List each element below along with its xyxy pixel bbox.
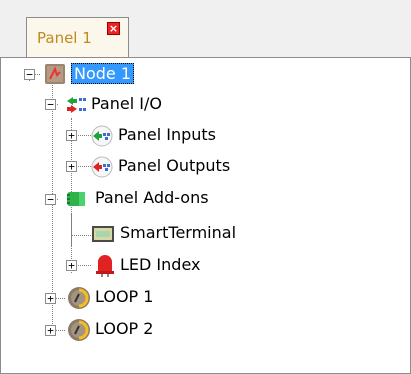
io-icon (65, 94, 87, 120)
expand-toggle-panel-inputs[interactable]: + (66, 130, 77, 141)
collapse-toggle-node[interactable]: − (24, 69, 35, 80)
tree-item-smart-terminal[interactable]: SmartTerminal (120, 223, 236, 242)
tab-panel-1[interactable]: Panel 1 × (26, 17, 129, 59)
terminal-icon (91, 223, 115, 249)
loop-icon (67, 318, 91, 346)
tree-item-panel-outputs[interactable]: Panel Outputs (118, 156, 230, 175)
tree-view-window: Panel 1 × − Node 1 − Panel I/O + Panel I… (0, 0, 411, 374)
expand-toggle-led-index[interactable]: + (66, 260, 77, 271)
node-icon (44, 63, 66, 89)
tree-item-loop-1[interactable]: LOOP 1 (95, 287, 153, 306)
addon-icon (65, 188, 89, 214)
tree-item-led-index[interactable]: LED Index (120, 255, 200, 274)
tab-label: Panel 1 (37, 29, 92, 47)
loop-icon (67, 286, 91, 314)
tree-panel: − Node 1 − Panel I/O + Panel Inputs + Pa… (0, 57, 411, 374)
tree-line (71, 235, 91, 236)
tree-item-panel-inputs[interactable]: Panel Inputs (118, 125, 216, 144)
expand-toggle-loop-2[interactable]: + (45, 325, 56, 336)
collapse-toggle-panel-addons[interactable]: − (45, 194, 56, 205)
tree-item-loop-2[interactable]: LOOP 2 (95, 319, 153, 338)
tree-line (76, 166, 91, 167)
led-icon (94, 253, 116, 281)
close-icon[interactable]: × (107, 22, 120, 35)
expand-toggle-loop-1[interactable]: + (45, 293, 56, 304)
input-icon (90, 125, 114, 151)
output-icon (90, 156, 114, 182)
tree-item-node-1[interactable]: Node 1 (71, 63, 135, 84)
collapse-toggle-panel-io[interactable]: − (45, 99, 56, 110)
tree-item-panel-addons[interactable]: Panel Add-ons (95, 188, 209, 207)
tree-line (76, 135, 91, 136)
expand-toggle-panel-outputs[interactable]: + (66, 161, 77, 172)
tree-item-panel-io[interactable]: Panel I/O (91, 94, 162, 113)
tree-line (76, 265, 91, 266)
